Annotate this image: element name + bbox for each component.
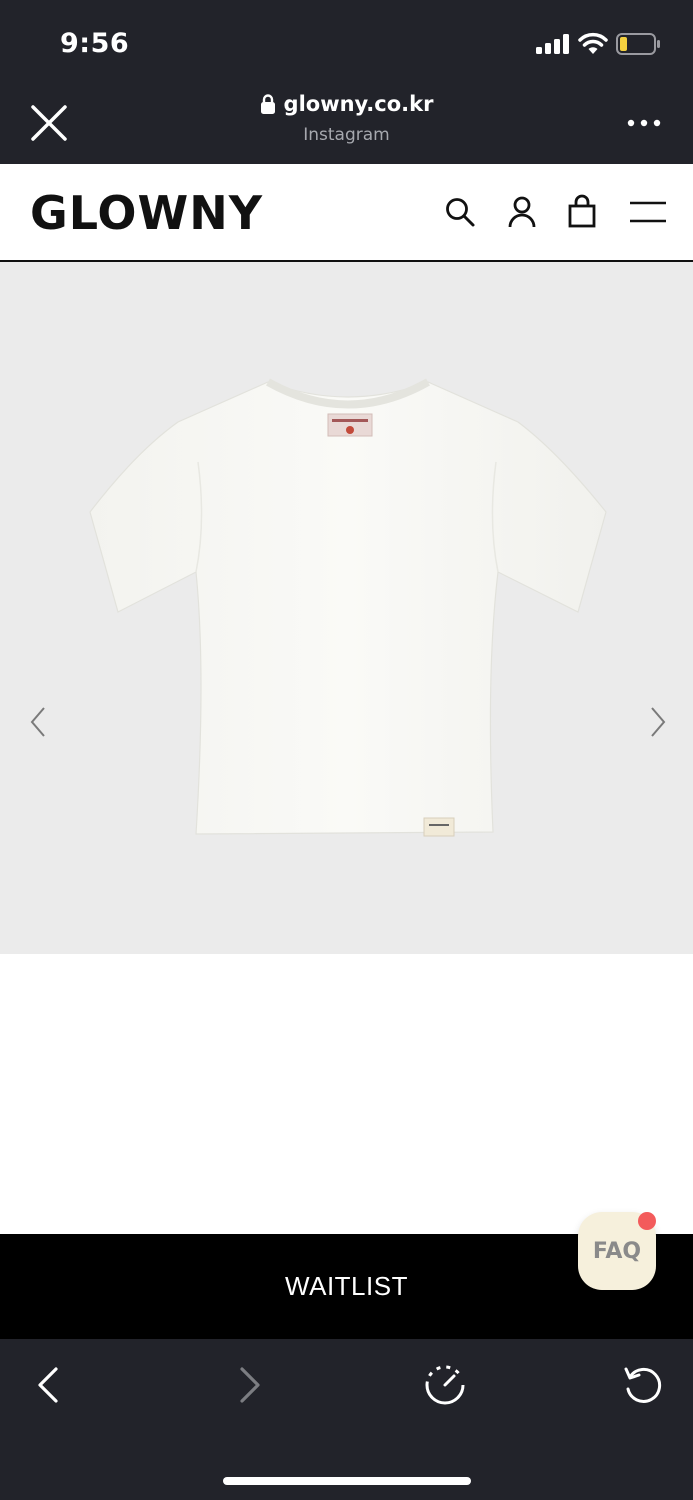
url-area[interactable]: glowny.co.kr Instagram <box>0 92 693 145</box>
battery-icon <box>616 33 660 55</box>
status-time: 9:56 <box>60 28 130 59</box>
menu-icon[interactable] <box>628 194 668 230</box>
wifi-icon <box>578 32 608 54</box>
product-image-tshirt <box>89 378 607 837</box>
signal-icon <box>536 34 569 54</box>
more-icon[interactable] <box>626 118 662 128</box>
forward-icon[interactable] <box>226 1363 270 1407</box>
site-logo[interactable]: GLOWNY <box>30 186 263 240</box>
status-bar: 9:56 <box>0 0 693 80</box>
account-icon[interactable] <box>504 194 540 230</box>
reload-icon[interactable] <box>620 1363 664 1407</box>
site-header: GLOWNY <box>0 164 693 262</box>
faq-label: FAQ <box>592 1238 642 1264</box>
url-source: Instagram <box>303 125 390 145</box>
lock-icon <box>260 94 275 114</box>
notification-dot <box>638 1212 656 1230</box>
browser-header: glowny.co.kr Instagram <box>0 80 693 164</box>
product-gallery[interactable] <box>0 262 693 954</box>
waitlist-label: WAITLIST <box>285 1271 408 1301</box>
browser-toolbar <box>0 1339 693 1500</box>
search-icon[interactable] <box>442 194 478 230</box>
url-text: glowny.co.kr <box>283 92 434 116</box>
home-indicator <box>223 1477 471 1485</box>
content-area <box>0 954 693 1234</box>
compass-icon[interactable] <box>423 1363 467 1407</box>
bag-icon[interactable] <box>564 194 600 230</box>
chevron-right-icon[interactable] <box>646 702 670 742</box>
back-icon[interactable] <box>28 1363 72 1407</box>
chevron-left-icon[interactable] <box>26 702 50 742</box>
